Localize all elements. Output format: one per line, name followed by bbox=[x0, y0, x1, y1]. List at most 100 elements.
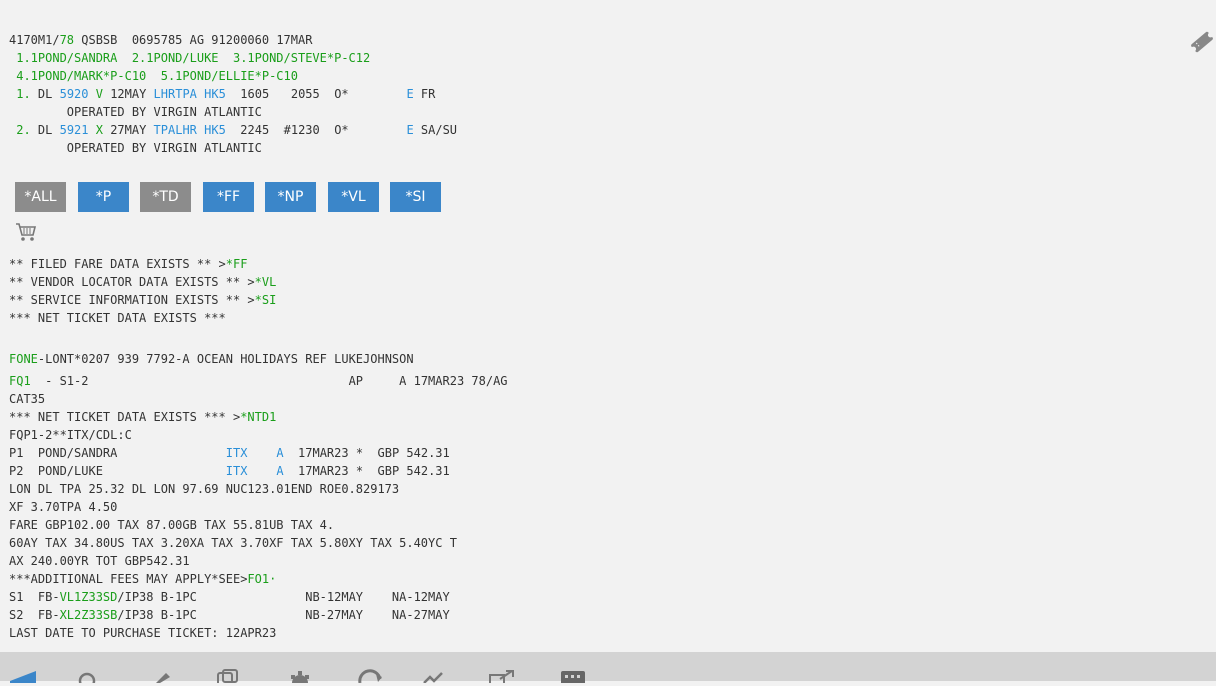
notepad-button[interactable]: *NP bbox=[265, 182, 316, 212]
fare-calc-line: 60AY TAX 34.80US TAX 3.20XA TAX 3.70XF T… bbox=[9, 536, 457, 550]
record-number[interactable]: 78 bbox=[60, 33, 74, 47]
segment-e[interactable]: E bbox=[406, 123, 413, 137]
fare-basis-row: S2 FB-XL2Z33SB/IP38 B-1PC NB-27MAY NA-27… bbox=[9, 606, 450, 624]
fare-basis-link[interactable]: VL1Z33SD bbox=[60, 590, 118, 604]
filed-fare-link[interactable]: *FF bbox=[226, 257, 248, 271]
cart-icon[interactable] bbox=[15, 221, 37, 246]
phone-label[interactable]: FONE bbox=[9, 352, 38, 366]
pax-name: P2 POND/LUKE bbox=[9, 464, 226, 478]
fare-basis-row: S1 FB-VL1Z33SD/IP38 B-1PC NB-12MAY NA-12… bbox=[9, 588, 450, 606]
service-info-notice: ** SERVICE INFORMATION EXISTS ** >*SI bbox=[9, 291, 276, 309]
ticket-icon[interactable] bbox=[1189, 29, 1215, 58]
notice-text: *** NET TICKET DATA EXISTS *** > bbox=[9, 410, 241, 424]
edit-icon[interactable] bbox=[152, 669, 176, 686]
fare-pax-row: P2 POND/LUKE ITX A 17MAR23 * GBP 542.31 bbox=[9, 462, 450, 480]
record-details: QSBSB 0695785 AG 91200060 17MAR bbox=[74, 33, 313, 47]
segment-carrier: DL bbox=[30, 123, 60, 137]
ticket-data-button[interactable]: *TD bbox=[140, 182, 191, 212]
segment-days: FR bbox=[413, 87, 436, 101]
segment-e[interactable]: E bbox=[406, 87, 413, 101]
fare-quote-link[interactable]: FQ1 bbox=[9, 374, 31, 388]
segment-flight[interactable]: 5921 bbox=[60, 123, 89, 137]
keyboard-icon[interactable] bbox=[560, 669, 586, 686]
notice-text: ** VENDOR LOCATOR DATA EXISTS ** > bbox=[9, 275, 255, 289]
fare-calc-line: FARE GBP102.00 TAX 87.00GB TAX 55.81UB T… bbox=[9, 518, 335, 532]
vendor-locator-link[interactable]: *VL bbox=[255, 275, 277, 289]
additional-fees-line: ***ADDITIONAL FEES MAY APPLY*SEE>FO1· bbox=[9, 570, 276, 588]
segment-number[interactable]: 2. bbox=[9, 123, 30, 137]
pax-fare: 17MAR23 * GBP 542.31 bbox=[283, 446, 450, 460]
filed-fare-notice: ** FILED FARE DATA EXISTS ** >*FF bbox=[9, 255, 247, 273]
passenger-button[interactable]: *P bbox=[78, 182, 129, 212]
segment-flight[interactable]: 5920 bbox=[60, 87, 89, 101]
fare-quote-details: - S1-2 AP A 17MAR23 78/AG bbox=[30, 374, 508, 388]
phone-text: -LONT*0207 939 7792-A OCEAN HOLIDAYS REF… bbox=[37, 352, 414, 366]
bottom-toolbar bbox=[0, 652, 1216, 686]
service-info-button[interactable]: *SI bbox=[390, 182, 441, 212]
vendor-locator-button[interactable]: *VL bbox=[328, 182, 379, 212]
segment-date: 27MAY bbox=[102, 123, 154, 137]
fb-prefix: S2 FB- bbox=[9, 608, 60, 622]
pax-a[interactable]: A bbox=[276, 464, 283, 478]
send-icon[interactable] bbox=[8, 669, 38, 686]
search-icon[interactable] bbox=[76, 669, 100, 686]
segment-carrier: DL bbox=[30, 87, 60, 101]
fb-details: /IP38 B-1PC NB-12MAY NA-12MAY bbox=[117, 590, 450, 604]
segment-row: 1. DL 5920 V 12MAY LHRTPA HK5 1605 2055 … bbox=[9, 85, 435, 103]
vendor-locator-notice: ** VENDOR LOCATOR DATA EXISTS ** >*VL bbox=[9, 273, 276, 291]
pax-name: P1 POND/SANDRA bbox=[9, 446, 226, 460]
last-ticket-date: LAST DATE TO PURCHASE TICKET: 12APR23 bbox=[9, 626, 277, 640]
record-prefix: 4170M1/ bbox=[9, 33, 60, 47]
fare-calc-line: XF 3.70TPA 4.50 bbox=[9, 500, 118, 514]
filed-fare-button[interactable]: *FF bbox=[203, 182, 254, 212]
fare-quote-line: FQ1 - S1-2 AP A 17MAR23 78/AG bbox=[9, 372, 508, 390]
settings-icon[interactable] bbox=[288, 669, 314, 686]
all-button[interactable]: *ALL bbox=[15, 182, 66, 212]
segment-status[interactable]: HK5 bbox=[204, 123, 226, 137]
notice-text: ** FILED FARE DATA EXISTS ** > bbox=[9, 257, 226, 271]
segment-class[interactable]: V bbox=[96, 87, 103, 101]
fare-calc-line: AX 240.00YR TOT GBP542.31 bbox=[9, 554, 190, 568]
pax-fare: 17MAR23 * GBP 542.31 bbox=[283, 464, 450, 478]
segment-status[interactable]: HK5 bbox=[204, 87, 226, 101]
pax-itx[interactable]: ITX bbox=[226, 464, 248, 478]
passenger-line-2[interactable]: 4.1POND/MARK*P-C10 5.1POND/ELLIE*P-C10 bbox=[9, 67, 298, 85]
segment-times: 2245 #1230 O* bbox=[225, 123, 407, 137]
pax-a[interactable]: A bbox=[276, 446, 283, 460]
fb-details: /IP38 B-1PC NB-27MAY NA-27MAY bbox=[117, 608, 450, 622]
service-info-link[interactable]: *SI bbox=[255, 293, 277, 307]
segment-class[interactable]: X bbox=[96, 123, 103, 137]
segment-route[interactable]: LHRTPA bbox=[154, 87, 197, 101]
net-ticket-notice: *** NET TICKET DATA EXISTS *** bbox=[9, 311, 226, 325]
copy-icon[interactable] bbox=[216, 669, 242, 686]
net-ticket-line: *** NET TICKET DATA EXISTS *** >*NTD1 bbox=[9, 408, 276, 426]
segment-times: 1605 2055 O* bbox=[225, 87, 407, 101]
fare-basis-link[interactable]: XL2Z33SB bbox=[60, 608, 118, 622]
pax-itx[interactable]: ITX bbox=[226, 446, 248, 460]
chart-icon[interactable] bbox=[422, 669, 446, 686]
fees-link[interactable]: FO1· bbox=[247, 572, 276, 586]
segment-operated-by: OPERATED BY VIRGIN ATLANTIC bbox=[9, 105, 262, 119]
notice-text: ** SERVICE INFORMATION EXISTS ** > bbox=[9, 293, 255, 307]
phone-line: FONE-LONT*0207 939 7792-A OCEAN HOLIDAYS… bbox=[9, 350, 414, 368]
segment-operated-by: OPERATED BY VIRGIN ATLANTIC bbox=[9, 141, 262, 155]
external-link-icon[interactable] bbox=[488, 669, 516, 686]
segment-days: SA/SU bbox=[413, 123, 458, 137]
passenger-line-1[interactable]: 1.1POND/SANDRA 2.1POND/LUKE 3.1POND/STEV… bbox=[9, 49, 370, 67]
fare-calc-line: LON DL TPA 25.32 DL LON 97.69 NUC123.01E… bbox=[9, 482, 400, 496]
segment-row: 2. DL 5921 X 27MAY TPALHR HK5 2245 #1230… bbox=[9, 121, 457, 139]
segment-date: 12MAY bbox=[102, 87, 154, 101]
net-ticket-link[interactable]: *NTD1 bbox=[240, 410, 276, 424]
refresh-icon[interactable] bbox=[356, 669, 384, 686]
fqp-line: FQP1-2**ITX/CDL:C bbox=[9, 428, 132, 442]
segment-route[interactable]: TPALHR bbox=[154, 123, 197, 137]
category-line: CAT35 bbox=[9, 392, 46, 406]
segment-number[interactable]: 1. bbox=[9, 87, 30, 101]
fb-prefix: S1 FB- bbox=[9, 590, 60, 604]
notice-text: ***ADDITIONAL FEES MAY APPLY*SEE> bbox=[9, 572, 248, 586]
record-line: 4170M1/78 QSBSB 0695785 AG 91200060 17MA… bbox=[9, 31, 312, 49]
